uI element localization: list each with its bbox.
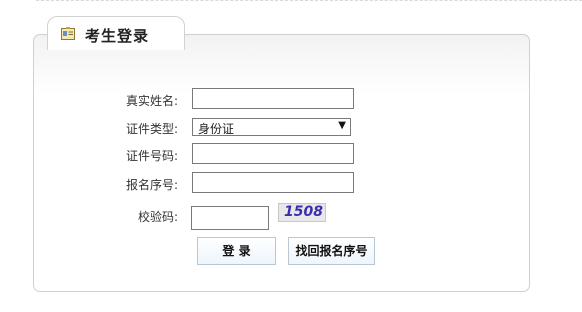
reg-number-input[interactable] [192, 172, 354, 193]
captcha-image[interactable]: 1508 [278, 203, 326, 222]
id-type-selected: 身份证 [198, 122, 235, 136]
id-type-select[interactable]: 身份证 ▼ [192, 118, 351, 136]
captcha-image-text: 1508 [284, 204, 323, 220]
id-number-label: 证件号码: [125, 149, 178, 163]
captcha-label: 校验码: [137, 210, 178, 224]
recover-reg-number-button[interactable]: 找回报名序号 [288, 237, 375, 265]
real-name-input[interactable] [192, 88, 354, 109]
top-dashed-border [36, 0, 582, 7]
id-card-icon [61, 27, 75, 40]
login-button[interactable]: 登 录 [197, 237, 276, 265]
captcha-input[interactable] [191, 206, 269, 230]
id-type-label: 证件类型: [125, 122, 178, 136]
id-number-input[interactable] [192, 143, 354, 164]
page-title: 考生登录 [85, 27, 150, 45]
real-name-label: 真实姓名: [125, 94, 178, 108]
reg-number-label: 报名序号: [125, 178, 178, 192]
dropdown-arrow-icon: ▼ [338, 120, 346, 131]
